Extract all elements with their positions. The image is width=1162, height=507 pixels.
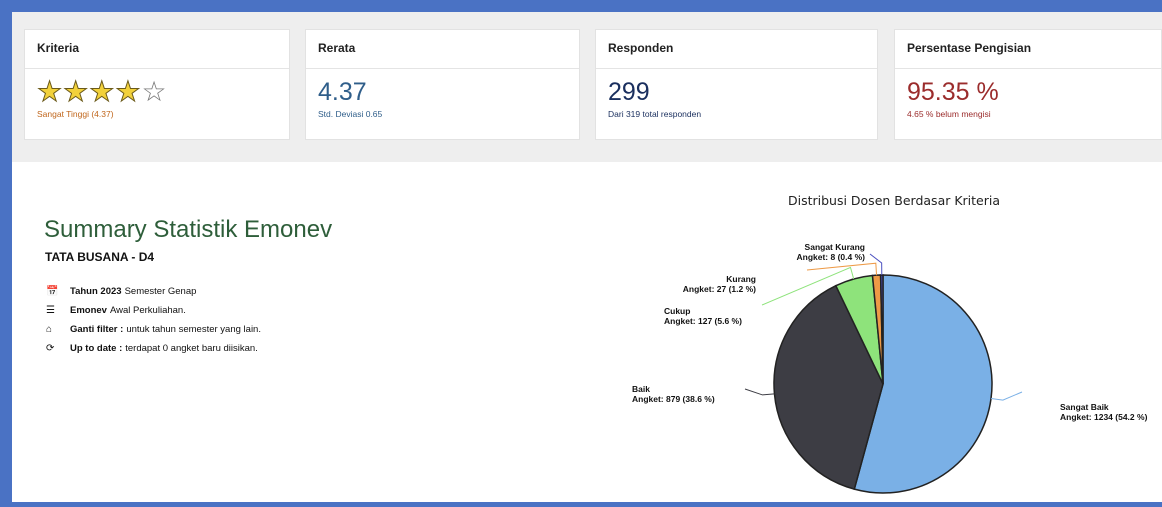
responden-note: Dari 319 total responden <box>608 109 702 119</box>
responden-value: 299 <box>608 78 650 106</box>
program-subtitle: TATA BUSANA - D4 <box>45 250 155 264</box>
persentase-note: 4.65 % belum mengisi <box>907 109 991 119</box>
list-icon: ☰ <box>46 305 55 316</box>
pie-label-value: Angket: 27 (1.2 %) <box>683 284 756 294</box>
page-title: Summary Statistik Emonev <box>44 216 333 243</box>
pie-label-value: Angket: 127 (5.6 %) <box>664 316 742 326</box>
info-text: terdapat 0 angket baru diisikan. <box>125 343 258 354</box>
star-filled-icon: ★ <box>36 76 64 107</box>
rating-stars: ★★★★☆ <box>36 76 277 107</box>
star-empty-icon: ☆ <box>141 76 168 107</box>
pie-connector-line <box>806 262 878 276</box>
card-persentase: Persentase Pengisian 95.35 % 4.65 % belu… <box>894 29 1162 140</box>
pie-label-name: Baik <box>632 384 650 394</box>
summary-panel: Summary Statistik Emonev TATA BUSANA - D… <box>12 162 1162 502</box>
star-filled-icon: ★ <box>89 76 116 107</box>
chart-title: Distribusi Dosen Berdasar Kriteria <box>788 193 1000 208</box>
info-text: Awal Perkuliahan. <box>109 305 186 316</box>
pie-label-name: Kurang <box>726 274 756 284</box>
info-bold: Up to date : <box>70 343 123 354</box>
refresh-icon: ⟳ <box>46 343 55 354</box>
pie-label-name: Cukup <box>664 306 690 316</box>
card-responden: Responden 299 Dari 319 total responden <box>595 29 878 140</box>
card-rerata: Rerata 4.37 Std. Deviasi 0.65 <box>305 29 580 140</box>
rerata-note: Std. Deviasi 0.65 <box>318 109 383 119</box>
card-title: Kriteria <box>25 30 289 69</box>
calendar-icon: 📅 <box>46 286 59 297</box>
info-text: Semester Genap <box>124 286 197 297</box>
star-filled-icon: ★ <box>63 76 90 107</box>
card-title: Persentase Pengisian <box>895 30 1161 69</box>
info-list: 📅 Tahun 2023 Semester Genap ☰ Emonev Awa… <box>46 282 261 358</box>
pie-label-name: Sangat Kurang <box>805 242 865 252</box>
card-title: Responden <box>596 30 877 69</box>
pie-label-value: Angket: 1234 (54.2 %) <box>1060 412 1148 422</box>
info-item-filter[interactable]: ⌂ Ganti filter : untuk tahun semester ya… <box>46 320 261 339</box>
info-bold: Ganti filter : <box>70 324 124 335</box>
info-bold: Emonev <box>70 305 107 316</box>
rating-note: Sangat Tinggi (4.37) <box>37 109 114 119</box>
info-item-year: 📅 Tahun 2023 Semester Genap <box>46 282 261 301</box>
rerata-value: 4.37 <box>318 78 367 106</box>
pie-label-value: Angket: 8 (0.4 %) <box>797 252 866 262</box>
info-text: untuk tahun semester yang lain. <box>126 324 261 335</box>
info-bold: Tahun 2023 <box>70 286 122 297</box>
info-item-emonev: ☰ Emonev Awal Perkuliahan. <box>46 301 261 320</box>
pie-chart-svg: Distribusi Dosen Berdasar Kriteria Sanga… <box>632 193 1148 494</box>
star-filled-icon: ★ <box>115 76 142 107</box>
pie-chart: Distribusi Dosen Berdasar Kriteria Sanga… <box>602 162 1162 502</box>
pie-label-name: Sangat Baik <box>1060 402 1109 412</box>
dashboard-frame: Kriteria ★★★★☆ Sangat Tinggi (4.37) Rera… <box>12 12 1162 502</box>
home-icon: ⌂ <box>46 324 53 335</box>
pie-connector-line <box>990 391 1023 401</box>
pie-connector-line <box>744 388 775 396</box>
info-item-update: ⟳ Up to date : terdapat 0 angket baru di… <box>46 339 261 358</box>
pie-label-value: Angket: 879 (38.6 %) <box>632 394 715 404</box>
card-kriteria: Kriteria ★★★★☆ Sangat Tinggi (4.37) <box>24 29 290 140</box>
card-title: Rerata <box>306 30 579 69</box>
persentase-value: 95.35 % <box>907 78 999 106</box>
